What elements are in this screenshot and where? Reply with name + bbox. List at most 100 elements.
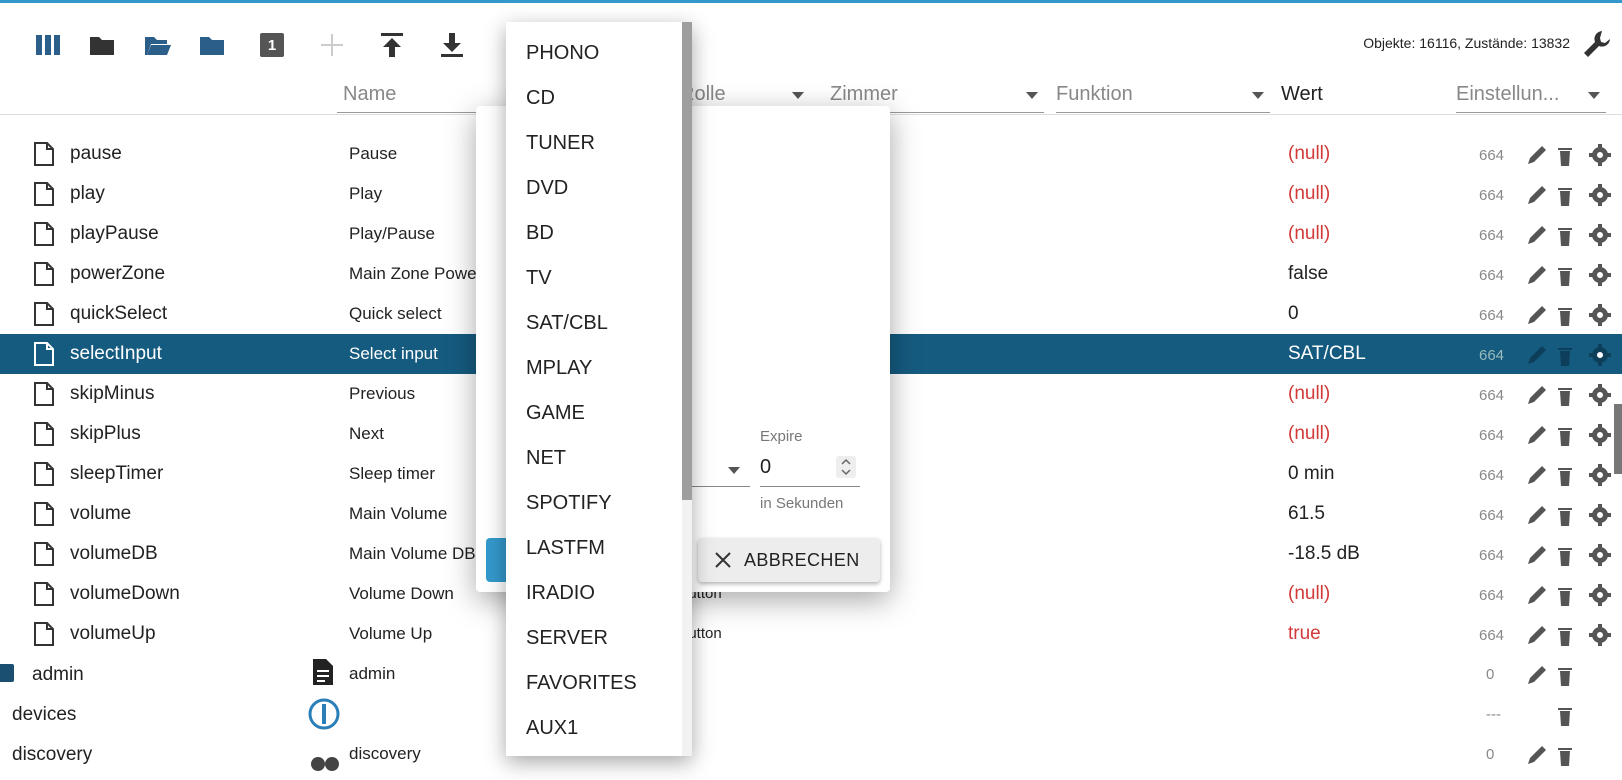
- object-value[interactable]: 0 min: [1288, 463, 1334, 485]
- object-value[interactable]: (null): [1288, 223, 1330, 245]
- row-actions[interactable]: [1524, 502, 1620, 528]
- columns-icon[interactable]: [32, 29, 64, 61]
- folder-closed-icon[interactable]: [86, 29, 118, 61]
- file-icon: [34, 622, 54, 646]
- object-name: Volume Down: [349, 584, 454, 603]
- object-value[interactable]: 61.5: [1288, 503, 1325, 525]
- dropdown-option[interactable]: FAVORITES: [526, 672, 637, 695]
- object-value[interactable]: 0: [1288, 303, 1299, 325]
- file-icon: [34, 502, 54, 526]
- tree-actions[interactable]: [1524, 702, 1584, 734]
- folder-icon[interactable]: [196, 29, 228, 61]
- table-row[interactable]: volumeUp Volume Up button true 664: [0, 614, 1622, 654]
- close-icon: [715, 552, 731, 568]
- dropdown-option[interactable]: SERVER: [526, 627, 608, 650]
- cancel-label: ABBRECHEN: [744, 549, 860, 570]
- tree-id: admin: [32, 664, 84, 685]
- object-id: volumeUp: [70, 623, 156, 644]
- tree-row[interactable]: devices ---: [0, 694, 1622, 734]
- add-icon[interactable]: [316, 29, 348, 61]
- object-id: pause: [70, 143, 122, 164]
- object-id: playPause: [70, 223, 159, 244]
- dropdown-option[interactable]: CD: [526, 87, 555, 110]
- row-actions[interactable]: [1524, 262, 1620, 288]
- object-id: volume: [70, 503, 132, 524]
- dropdown-option[interactable]: GAME: [526, 402, 585, 425]
- object-stats: Objekte: 16116, Zustände: 13832: [1363, 35, 1570, 51]
- object-id: sleepTimer: [70, 463, 164, 484]
- object-value[interactable]: (null): [1288, 423, 1330, 445]
- object-name: Quick select: [349, 304, 442, 323]
- cancel-button[interactable]: ABBRECHEN: [698, 538, 880, 582]
- tree-row[interactable]: discovery discovery 0: [0, 734, 1622, 774]
- row-actions[interactable]: [1524, 222, 1620, 248]
- row-actions[interactable]: [1524, 182, 1620, 208]
- object-name: Play: [349, 184, 383, 203]
- dropdown-option[interactable]: TUNER: [526, 132, 595, 155]
- object-acl: 664: [1479, 467, 1505, 484]
- file-icon: [34, 142, 54, 166]
- object-id: skipPlus: [70, 423, 141, 444]
- row-actions[interactable]: [1524, 382, 1620, 408]
- object-name: Main Volume DB: [349, 544, 476, 563]
- file-icon: [34, 582, 54, 606]
- object-acl: 664: [1479, 627, 1505, 644]
- object-value[interactable]: -18.5 dB: [1288, 543, 1360, 565]
- tree-row[interactable]: admin admin 0: [0, 654, 1622, 694]
- dropdown-option[interactable]: IRADIO: [526, 582, 595, 605]
- expire-value: 0: [760, 456, 772, 478]
- object-value[interactable]: SAT/CBL: [1288, 343, 1366, 365]
- wrench-icon[interactable]: [1582, 29, 1614, 61]
- file-icon: [34, 342, 54, 366]
- tree-actions[interactable]: [1524, 742, 1584, 774]
- dropdown-scroll-thumb[interactable]: [682, 22, 692, 500]
- object-value[interactable]: (null): [1288, 583, 1330, 605]
- row-actions[interactable]: [1524, 142, 1620, 168]
- row-actions[interactable]: [1524, 462, 1620, 488]
- dropdown-option[interactable]: SPOTIFY: [526, 492, 612, 515]
- file-icon: [34, 382, 54, 406]
- object-acl: 664: [1479, 507, 1505, 524]
- dropdown-option[interactable]: DVD: [526, 177, 568, 200]
- row-actions[interactable]: [1524, 542, 1620, 568]
- dropdown-scrollbar[interactable]: [682, 22, 692, 756]
- folder-open-icon[interactable]: [142, 29, 174, 61]
- row-actions[interactable]: [1524, 342, 1620, 368]
- dropdown-option[interactable]: LASTFM: [526, 537, 605, 560]
- file-icon: [34, 302, 54, 326]
- dropdown-option[interactable]: PHONO: [526, 42, 599, 65]
- tree-id: devices: [12, 704, 77, 725]
- row-actions[interactable]: [1524, 422, 1620, 448]
- counter-badge-icon[interactable]: 1: [256, 29, 288, 61]
- dropdown-option[interactable]: AUX1: [526, 717, 578, 740]
- row-actions[interactable]: [1524, 582, 1620, 608]
- object-value[interactable]: false: [1288, 263, 1328, 285]
- object-value[interactable]: true: [1288, 623, 1321, 645]
- object-value[interactable]: (null): [1288, 143, 1330, 165]
- type-select-dropdown-icon[interactable]: [728, 467, 740, 474]
- iobroker-logo-icon: [308, 698, 340, 736]
- object-value[interactable]: (null): [1288, 183, 1330, 205]
- expire-stepper[interactable]: [836, 456, 856, 478]
- download-icon[interactable]: [436, 29, 468, 61]
- object-id: quickSelect: [70, 303, 168, 324]
- dropdown-option[interactable]: MPLAY: [526, 357, 592, 380]
- dropdown-option[interactable]: NET: [526, 447, 566, 470]
- file-icon: [34, 422, 54, 446]
- tree-acl: ---: [1486, 706, 1501, 723]
- tree-actions[interactable]: [1524, 662, 1584, 694]
- type-select-underline: [690, 486, 750, 487]
- object-id: skipMinus: [70, 383, 155, 404]
- dropdown-option[interactable]: SAT/CBL: [526, 312, 608, 335]
- dropdown-option[interactable]: TV: [526, 267, 552, 290]
- object-id: powerZone: [70, 263, 166, 284]
- expire-input[interactable]: 0: [760, 452, 860, 487]
- upload-icon[interactable]: [376, 29, 408, 61]
- object-value[interactable]: (null): [1288, 383, 1330, 405]
- object-name: Play/Pause: [349, 224, 435, 243]
- file-icon: [34, 462, 54, 486]
- table-scrollbar[interactable]: [1614, 404, 1622, 474]
- row-actions[interactable]: [1524, 622, 1620, 648]
- row-actions[interactable]: [1524, 302, 1620, 328]
- dropdown-option[interactable]: BD: [526, 222, 554, 245]
